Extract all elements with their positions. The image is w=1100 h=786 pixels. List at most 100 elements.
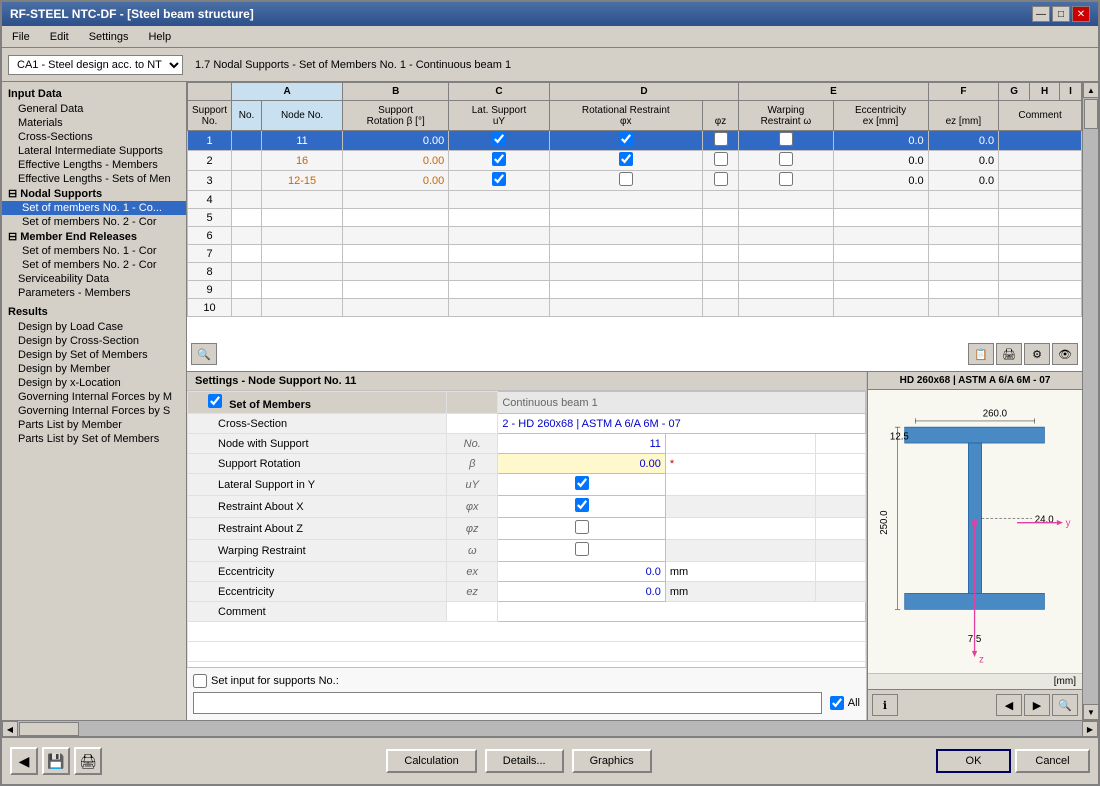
restraint-x-value[interactable] <box>498 496 666 518</box>
cell-warping[interactable] <box>739 131 833 151</box>
ca-select[interactable]: CA1 - Steel design acc. to NTC- <box>8 55 183 75</box>
ecc-x-value[interactable]: 0.0 <box>498 562 666 582</box>
sidebar-item-materials[interactable]: Materials <box>2 116 186 130</box>
sidebar-item-design-xloc[interactable]: Design by x-Location <box>2 376 186 390</box>
cell-node-no[interactable]: 16 <box>262 151 343 171</box>
cs-info-button[interactable]: ℹ <box>872 694 898 716</box>
table-export-button[interactable]: 📋 <box>968 343 994 365</box>
nav-print-button[interactable]: 🖨 <box>74 747 102 775</box>
cell-rotation[interactable]: 0.00 <box>343 151 449 171</box>
cell-warping[interactable] <box>739 151 833 171</box>
table-row[interactable]: 6 <box>188 227 1082 245</box>
table-row[interactable]: 1 11 0.00 0.0 0.0 <box>188 131 1082 151</box>
cell-eccz[interactable]: 0.0 <box>928 131 998 151</box>
table-row[interactable]: 8 <box>188 263 1082 281</box>
restraint-x-checkbox[interactable] <box>575 498 589 512</box>
sidebar-item-eff-lengths-sets[interactable]: Effective Lengths - Sets of Men <box>2 172 186 186</box>
node-value[interactable]: 11 <box>498 434 666 454</box>
menu-file[interactable]: File <box>6 29 36 45</box>
sidebar-item-design-set[interactable]: Design by Set of Members <box>2 348 186 362</box>
cell-node-no[interactable]: 11 <box>262 131 343 151</box>
cs-left-button[interactable]: ◀ <box>996 694 1022 716</box>
cell-support-no[interactable] <box>232 131 262 151</box>
table-search-button[interactable]: 🔍 <box>191 343 217 365</box>
sidebar-item-design-member[interactable]: Design by Member <box>2 362 186 376</box>
table-row[interactable]: 5 <box>188 209 1082 227</box>
set-input-checkbox[interactable] <box>193 674 207 688</box>
sidebar-item-lateral[interactable]: Lateral Intermediate Supports <box>2 144 186 158</box>
table-row[interactable]: 2 16 0.00 0.0 0.0 <box>188 151 1082 171</box>
sidebar-item-governing-s[interactable]: Governing Internal Forces by S <box>2 404 186 418</box>
ecc-z-value[interactable]: 0.0 <box>498 582 666 602</box>
cell-lat[interactable] <box>449 131 549 151</box>
minimize-button[interactable]: — <box>1032 6 1050 22</box>
table-row[interactable]: 3 12-15 0.00 0.0 0.0 <box>188 171 1082 191</box>
supports-number-input[interactable] <box>193 692 822 714</box>
all-checkbox[interactable] <box>830 696 844 710</box>
scroll-thumb[interactable] <box>1084 99 1098 129</box>
menu-help[interactable]: Help <box>142 29 177 45</box>
rotation-value[interactable]: 0.00 <box>498 454 666 474</box>
cell-rotation[interactable]: 0.00 <box>343 171 449 191</box>
sidebar-item-mer-set2[interactable]: Set of members No. 2 - Cor <box>2 258 186 272</box>
scroll-up-button[interactable]: ▲ <box>1083 82 1098 98</box>
cell-warping[interactable] <box>739 171 833 191</box>
cell-lat[interactable] <box>449 171 549 191</box>
table-row[interactable]: 10 <box>188 299 1082 317</box>
maximize-button[interactable]: □ <box>1052 6 1070 22</box>
sidebar-item-parameters[interactable]: Parameters - Members <box>2 286 186 300</box>
restraint-z-value[interactable] <box>498 518 666 540</box>
cs-right-button[interactable]: ▶ <box>1024 694 1050 716</box>
graphics-button[interactable]: Graphics <box>572 749 652 773</box>
cell-rotx[interactable] <box>549 131 702 151</box>
details-button[interactable]: Details... <box>485 749 564 773</box>
cell-rotz[interactable] <box>702 171 738 191</box>
set-members-checkbox[interactable] <box>208 394 222 408</box>
scroll-down-button[interactable]: ▼ <box>1083 704 1098 720</box>
cell-eccx[interactable]: 0.0 <box>833 171 928 191</box>
cell-comment[interactable] <box>999 151 1082 171</box>
cell-eccx[interactable]: 0.0 <box>833 131 928 151</box>
cell-rotx[interactable] <box>549 151 702 171</box>
cell-node-no[interactable]: 12-15 <box>262 171 343 191</box>
comment-value[interactable] <box>498 602 866 622</box>
cell-rotz[interactable] <box>702 131 738 151</box>
cell-rotz[interactable] <box>702 151 738 171</box>
table-row[interactable]: 4 <box>188 191 1082 209</box>
table-row[interactable]: 7 <box>188 245 1082 263</box>
sidebar-item-parts-member[interactable]: Parts List by Member <box>2 418 186 432</box>
lateral-checkbox[interactable] <box>575 476 589 490</box>
sidebar-item-governing-m[interactable]: Governing Internal Forces by M <box>2 390 186 404</box>
nav-back-button[interactable]: ◀ <box>10 747 38 775</box>
nav-save-button[interactable]: 💾 <box>42 747 70 775</box>
sidebar-item-nodal-supports[interactable]: ⊟ Nodal Supports <box>2 186 186 201</box>
cell-comment[interactable] <box>999 131 1082 151</box>
table-row[interactable]: 9 <box>188 281 1082 299</box>
cell-rotation[interactable]: 0.00 <box>343 131 449 151</box>
sidebar-item-eff-lengths-members[interactable]: Effective Lengths - Members <box>2 158 186 172</box>
cell-support-no[interactable] <box>232 151 262 171</box>
table-view-button[interactable]: 👁 <box>1052 343 1078 365</box>
cancel-button[interactable]: Cancel <box>1015 749 1090 773</box>
sidebar-item-set2[interactable]: Set of members No. 2 - Cor <box>2 215 186 229</box>
cell-comment[interactable] <box>999 171 1082 191</box>
ok-button[interactable]: OK <box>936 749 1011 773</box>
sidebar-item-serviceability[interactable]: Serviceability Data <box>2 272 186 286</box>
table-filter-button[interactable]: ⚙ <box>1024 343 1050 365</box>
cell-support-no[interactable] <box>232 171 262 191</box>
lateral-value[interactable] <box>498 474 666 496</box>
menu-settings[interactable]: Settings <box>83 29 135 45</box>
close-button[interactable]: ✕ <box>1072 6 1090 22</box>
menu-edit[interactable]: Edit <box>44 29 75 45</box>
scroll-track[interactable] <box>1083 98 1098 704</box>
scroll-right-button[interactable]: ▶ <box>1082 721 1098 737</box>
sidebar-item-mer-set1[interactable]: Set of members No. 1 - Cor <box>2 244 186 258</box>
sidebar-item-design-load[interactable]: Design by Load Case <box>2 320 186 334</box>
restraint-z-checkbox[interactable] <box>575 520 589 534</box>
scroll-left-button[interactable]: ◀ <box>2 721 18 737</box>
cell-lat[interactable] <box>449 151 549 171</box>
horizontal-scroll-thumb[interactable] <box>19 722 79 736</box>
sidebar-item-design-cross[interactable]: Design by Cross-Section <box>2 334 186 348</box>
table-print-button[interactable]: 🖨 <box>996 343 1022 365</box>
cs-zoom-button[interactable]: 🔍 <box>1052 694 1078 716</box>
